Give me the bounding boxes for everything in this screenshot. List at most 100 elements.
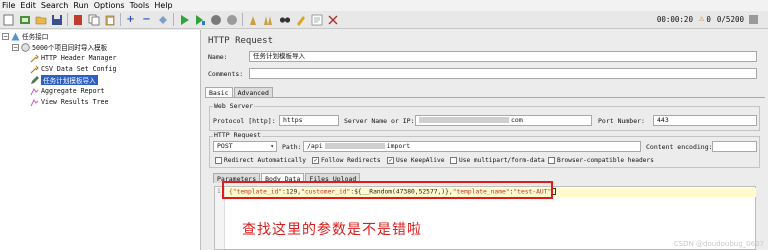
thread-group-icon: [21, 42, 30, 52]
path-label: Path:: [282, 143, 302, 151]
pencil-icon: [30, 75, 39, 85]
checkbox-icon: [215, 157, 222, 164]
tree-node-thread-group[interactable]: − 5000个项目同时导入模板: [12, 42, 107, 52]
thread-count: 0/5200: [716, 14, 744, 24]
comments-field[interactable]: [249, 68, 757, 79]
templates-icon[interactable]: [18, 13, 31, 26]
path-suffix: import: [386, 142, 411, 150]
menu-options[interactable]: Options: [94, 1, 125, 10]
new-icon[interactable]: [2, 13, 15, 26]
menu-search[interactable]: Search: [41, 1, 68, 10]
tree-node-aggregate-report[interactable]: Aggregate Report: [30, 86, 105, 96]
method-select[interactable]: POST ▾: [213, 141, 277, 152]
function-helper-icon[interactable]: [310, 13, 323, 26]
test-plan-tree: − 任务接口 − 5000个项目同时导入模板 HTTP Header Manag…: [0, 30, 201, 250]
comments-label: Comments:: [208, 70, 244, 78]
redirect-automatically-checkbox[interactable]: Redirect Automatically: [215, 157, 306, 164]
name-field[interactable]: 任务计划模板导入: [249, 51, 757, 62]
start-icon[interactable]: [177, 13, 190, 26]
toolbar-divider: [120, 13, 121, 26]
menu-edit[interactable]: Edit: [20, 1, 36, 10]
paste-icon[interactable]: [103, 13, 116, 26]
redacted-block: [419, 117, 509, 123]
checkmark-icon: ✓: [387, 157, 394, 164]
server-field[interactable]: com: [415, 115, 592, 126]
listener-icon: [30, 87, 39, 96]
method-value: POST: [217, 142, 233, 150]
browser-compatible-checkbox[interactable]: Browser-compatible headers: [548, 157, 654, 164]
watermark: CSDN @doudoubug_0607: [673, 240, 764, 248]
checkmark-icon: ✓: [312, 157, 319, 164]
server-label: Server Name or IP:: [344, 117, 415, 125]
clear-all-icon[interactable]: [262, 13, 275, 26]
checkbox-icon: [548, 157, 555, 164]
tree-node-csv-config[interactable]: CSV Data Set Config: [30, 64, 116, 74]
toolbar-divider: [242, 13, 243, 26]
redacted-block: [324, 143, 385, 149]
menu-bar: File Edit Search Run Options Tools Help: [0, 0, 768, 11]
tree-label-test-plan: 任务接口: [22, 33, 49, 41]
annotation-text: 查找这里的参数是不是错啦: [242, 222, 422, 238]
help-icon[interactable]: [326, 13, 339, 26]
checkbox-label: Redirect Automatically: [224, 157, 306, 164]
collapse-toggle-icon[interactable]: −: [12, 43, 19, 51]
annotation-highlight-box: [222, 181, 553, 199]
save-icon[interactable]: [50, 13, 63, 26]
tree-node-view-results-tree[interactable]: View Results Tree: [30, 97, 109, 107]
encoding-field[interactable]: [712, 141, 757, 152]
tree-label-view-results-tree: View Results Tree: [41, 98, 109, 106]
cut-icon[interactable]: [71, 13, 84, 26]
checkbox-label: Follow Redirects: [321, 157, 381, 164]
checkbox-label: Use multipart/form-data: [459, 157, 545, 164]
menu-tools[interactable]: Tools: [130, 1, 150, 10]
shutdown-icon[interactable]: [225, 13, 238, 26]
start-no-pause-icon[interactable]: [193, 13, 206, 26]
collapse-icon[interactable]: −: [140, 13, 153, 26]
reset-search-icon[interactable]: [294, 13, 307, 26]
menu-run[interactable]: Run: [73, 1, 88, 10]
menu-help[interactable]: Help: [154, 1, 172, 10]
follow-redirects-checkbox[interactable]: ✓ Follow Redirects: [312, 157, 381, 164]
use-keepalive-checkbox[interactable]: ✓ Use KeepAlive: [387, 157, 444, 164]
checkbox-label: Browser-compatible headers: [557, 157, 654, 164]
line-number: 1: [217, 188, 221, 195]
listener-icon: [30, 98, 39, 107]
toolbar: + − 00:00:20 ⚠ 0 0/5200: [0, 11, 768, 29]
multipart-checkbox[interactable]: Use multipart/form-data: [450, 157, 545, 164]
menu-file[interactable]: File: [2, 1, 15, 10]
wrench-icon: [30, 65, 39, 74]
port-field[interactable]: 443: [653, 115, 757, 126]
toolbar-divider: [67, 13, 68, 26]
tab-basic[interactable]: Basic: [205, 87, 233, 97]
warning-icon[interactable]: ⚠: [699, 14, 704, 24]
web-server-legend: Web Server: [213, 102, 255, 110]
copy-icon[interactable]: [87, 13, 100, 26]
name-label: Name:: [208, 53, 228, 61]
tree-node-header-manager[interactable]: HTTP Header Manager: [30, 53, 116, 63]
tree-label-csv-config: CSV Data Set Config: [41, 65, 117, 73]
tree-node-http-request[interactable]: 任务计划模板导入: [30, 75, 98, 85]
tree-label-aggregate-report: Aggregate Report: [41, 87, 105, 95]
http-request-panel: HTTP Request Name: 任务计划模板导入 Comments: Ba…: [202, 30, 768, 250]
path-prefix: /api: [307, 142, 323, 150]
tab-advanced[interactable]: Advanced: [233, 87, 273, 97]
stop-icon[interactable]: [209, 13, 222, 26]
test-plan-icon: [11, 32, 20, 41]
search-icon[interactable]: [278, 13, 291, 26]
tree-node-test-plan[interactable]: − 任务接口: [2, 31, 48, 41]
collapse-toggle-icon[interactable]: −: [2, 32, 9, 40]
wrench-icon: [30, 54, 39, 63]
protocol-field[interactable]: https: [279, 115, 339, 126]
toggle-icon[interactable]: [156, 13, 169, 26]
open-icon[interactable]: [34, 13, 47, 26]
request-tabs: Basic Advanced: [205, 87, 274, 97]
tree-label-thread-group: 5000个项目同时导入模板: [32, 44, 108, 52]
clear-icon[interactable]: [246, 13, 259, 26]
warning-count: 0: [706, 14, 711, 24]
elapsed-time: 00:00:20: [656, 14, 693, 24]
tree-label-header-manager: HTTP Header Manager: [41, 54, 117, 62]
tree-label-http-request: 任务计划模板导入: [41, 75, 98, 85]
path-field[interactable]: /api import: [303, 141, 641, 152]
expand-icon[interactable]: +: [124, 13, 137, 26]
status-area: 00:00:20 ⚠ 0 0/5200: [657, 14, 758, 24]
